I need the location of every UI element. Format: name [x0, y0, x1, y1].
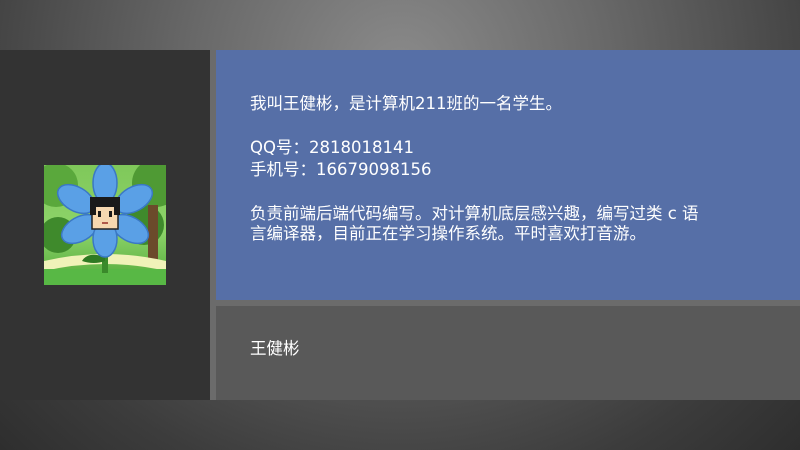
avatar-panel — [0, 50, 210, 400]
bio-text: 负责前端后端代码编写。对计算机底层感兴趣，编写过类 c 语言编译器，目前正在学习… — [250, 204, 699, 243]
blue-flower-character-icon — [44, 165, 166, 285]
intro-text: 我叫王健彬，是计算机211班的一名学生。 — [250, 94, 562, 113]
qq-text: QQ号：2818018141 — [250, 138, 414, 157]
name-panel: 王健彬 — [216, 306, 800, 400]
profile-card: 我叫王健彬，是计算机211班的一名学生。 QQ号：2818018141 手机号：… — [0, 50, 800, 400]
avatar — [44, 165, 166, 285]
name-text: 王健彬 — [250, 339, 300, 358]
info-panel: 我叫王健彬，是计算机211班的一名学生。 QQ号：2818018141 手机号：… — [216, 50, 800, 300]
phone-text: 手机号：16679098156 — [250, 160, 432, 179]
